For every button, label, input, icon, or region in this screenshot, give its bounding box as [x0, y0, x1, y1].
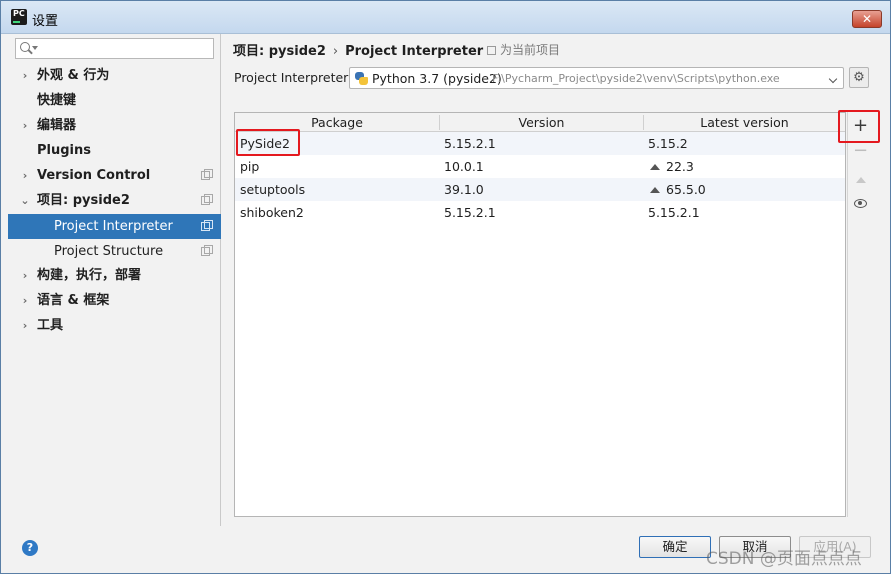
chevron-right-icon: › [22, 319, 28, 332]
column-header-latest-version[interactable]: Latest version [644, 115, 845, 130]
window-title: 设置 [32, 14, 59, 29]
package-latest-version: 22.3 [650, 159, 694, 174]
upgrade-arrow-icon [650, 164, 660, 170]
package-version: 39.1.0 [444, 182, 484, 197]
chevron-right-icon: › [22, 69, 28, 82]
breadcrumb: 项目: pyside2 › Project Interpreter [233, 40, 483, 59]
package-latest-version: 5.15.2 [648, 136, 688, 151]
packages-table: Package Version Latest version PySide2 5… [234, 112, 846, 517]
column-header-version[interactable]: Version [440, 115, 643, 130]
ok-button[interactable]: 确定 [639, 536, 711, 558]
package-name: shiboken2 [240, 205, 304, 220]
package-version: 5.15.2.1 [444, 205, 496, 220]
sidebar-item-languages[interactable]: › 语言 & 框架 [8, 288, 221, 313]
sidebar-item-build[interactable]: › 构建，执行，部署 [8, 263, 221, 288]
minus-icon: − [852, 140, 869, 161]
package-latest-version: 65.5.0 [650, 182, 706, 197]
sidebar-item-editor[interactable]: › 编辑器 [8, 113, 221, 138]
project-scope-icon [201, 245, 213, 256]
chevron-right-icon: › [22, 169, 28, 182]
interpreter-name: Python 3.7 (pyside2) [372, 71, 502, 86]
table-row[interactable]: shiboken2 5.15.2.1 5.15.2.1 [235, 201, 845, 224]
settings-dialog: PC 设置 ✕ › 外观 & 行为 快捷键 › 编辑器 Plugins › Ve… [0, 0, 891, 574]
table-header: Package Version Latest version [235, 113, 845, 132]
help-button[interactable]: ? [22, 540, 38, 556]
table-row[interactable]: PySide2 5.15.2.1 5.15.2 [235, 132, 845, 155]
package-name: pip [240, 159, 260, 174]
sidebar-item-project-structure[interactable]: Project Structure [8, 239, 221, 264]
interpreter-path: F:\Pycharm_Project\pyside2\venv\Scripts\… [492, 72, 780, 85]
show-early-releases-button[interactable] [848, 193, 873, 215]
chevron-right-icon: › [22, 119, 28, 132]
package-version: 10.0.1 [444, 159, 484, 174]
project-scope-icon [201, 169, 213, 180]
package-name: setuptools [240, 182, 306, 197]
chevron-down-icon: ⌄ [20, 194, 30, 207]
sidebar-item-appearance[interactable]: › 外观 & 行为 [8, 63, 221, 88]
interpreter-label: Project Interpreter: [234, 70, 353, 85]
search-icon [20, 42, 30, 52]
sidebar-item-keymap[interactable]: 快捷键 [8, 88, 221, 113]
chevron-right-icon: › [22, 294, 28, 307]
upgrade-package-button[interactable] [848, 168, 873, 190]
breadcrumb-separator-icon: › [332, 44, 339, 59]
interpreter-settings-button[interactable]: ⚙ [849, 67, 869, 88]
breadcrumb-page: Project Interpreter [345, 44, 484, 59]
chevron-right-icon: › [22, 269, 28, 282]
close-button[interactable]: ✕ [852, 10, 882, 28]
table-row[interactable]: setuptools 39.1.0 65.5.0 [235, 178, 845, 201]
interpreter-select[interactable]: Python 3.7 (pyside2) F:\Pycharm_Project\… [349, 67, 844, 89]
project-scope-icon [201, 220, 213, 231]
column-header-package[interactable]: Package [235, 115, 439, 130]
sidebar-item-project-interpreter[interactable]: Project Interpreter [8, 214, 221, 239]
gear-icon: ⚙ [853, 70, 865, 85]
sidebar-item-plugins[interactable]: Plugins [8, 138, 221, 163]
pyside2-highlight-box [236, 129, 300, 156]
project-scope-note: 为当前项目 [487, 41, 560, 58]
package-version: 5.15.2.1 [444, 136, 496, 151]
chevron-down-icon [32, 46, 38, 50]
sidebar-item-project[interactable]: ⌄ 项目: pyside2 [8, 188, 221, 213]
settings-sidebar: › 外观 & 行为 快捷键 › 编辑器 Plugins › Version Co… [8, 34, 221, 526]
table-row[interactable]: pip 10.0.1 22.3 [235, 155, 845, 178]
upgrade-arrow-icon [855, 177, 866, 183]
search-input[interactable] [15, 38, 214, 59]
question-icon: ? [26, 541, 34, 554]
project-scope-icon [487, 46, 496, 55]
remove-package-button[interactable]: − [848, 141, 873, 163]
package-toolbar: + − [847, 112, 872, 517]
title-bar: PC 设置 ✕ [1, 1, 890, 34]
chevron-down-icon [828, 74, 838, 84]
breadcrumb-project[interactable]: 项目: pyside2 [233, 44, 326, 59]
eye-icon [854, 199, 867, 208]
sidebar-item-version-control[interactable]: › Version Control [8, 163, 221, 188]
pycharm-icon: PC [11, 9, 27, 25]
upgrade-arrow-icon [650, 187, 660, 193]
project-scope-icon [201, 194, 213, 205]
watermark: CSDN @页面点点点 [706, 549, 862, 569]
python-icon [355, 72, 368, 85]
add-button-highlight-box [838, 110, 880, 143]
package-latest-version: 5.15.2.1 [648, 205, 700, 220]
sidebar-item-tools[interactable]: › 工具 [8, 313, 221, 338]
